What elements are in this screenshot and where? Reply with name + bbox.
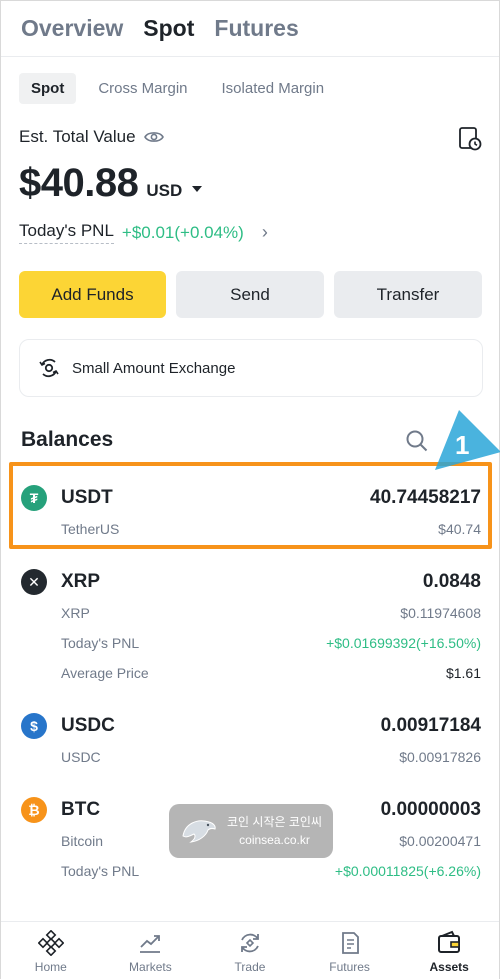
todays-pnl-row[interactable]: Today's PNL +$0.01(+0.04%) › bbox=[19, 221, 268, 244]
futures-icon bbox=[341, 932, 359, 954]
watermark-line1: 코인 시작은 코인씨 bbox=[227, 815, 322, 829]
dolphin-logo-icon bbox=[182, 820, 216, 843]
usdt-highlight-box bbox=[9, 462, 492, 549]
add-funds-button[interactable]: Add Funds bbox=[19, 271, 166, 318]
currency-selector[interactable]: USD bbox=[146, 181, 203, 201]
asset-symbol: BTC bbox=[61, 799, 101, 820]
hint-number: 1 bbox=[455, 430, 469, 460]
watermark-badge: 코인 시작은 코인씨 coinsea.co.kr bbox=[169, 804, 333, 858]
binance-logo-icon bbox=[37, 930, 64, 956]
est-total-value-row: Est. Total Value bbox=[19, 127, 164, 147]
exchange-cycle-icon bbox=[39, 358, 59, 378]
btc-icon: ₿ bbox=[21, 797, 47, 823]
nav-markets[interactable]: Markets bbox=[101, 922, 201, 979]
action-buttons: Add Funds Send Transfer bbox=[19, 271, 482, 318]
asset-row-usdc[interactable]: $ USDC 0.00917184 USDC $0.00917826 bbox=[21, 713, 481, 765]
nav-futures[interactable]: Futures bbox=[300, 922, 400, 979]
total-value: $40.88 bbox=[19, 161, 139, 205]
hint-arrow-icon: 1 bbox=[435, 410, 500, 470]
small-amount-exchange-label: Small Amount Exchange bbox=[72, 359, 236, 377]
nav-label: Futures bbox=[329, 960, 370, 974]
asset-symbol: XRP bbox=[61, 571, 101, 592]
asset-pnl-value: +$0.01699392(+16.50%) bbox=[326, 635, 481, 651]
asset-pnl-value: +$0.00011825(+6.26%) bbox=[334, 863, 481, 879]
watermark-line2: coinsea.co.kr bbox=[239, 833, 310, 847]
asset-usd-value: $0.11974608 bbox=[400, 605, 481, 621]
pnl-label: Today's PNL bbox=[19, 221, 114, 244]
wallet-icon bbox=[438, 930, 461, 953]
sub-tab-bar: Spot Cross Margin Isolated Margin bbox=[19, 73, 336, 104]
nav-trade[interactable]: Trade bbox=[200, 922, 300, 979]
asset-pnl-label: Today's PNL bbox=[61, 635, 140, 651]
xrp-icon: ✕ bbox=[21, 569, 47, 595]
caret-down-icon bbox=[192, 186, 203, 192]
asset-name: XRP bbox=[61, 605, 90, 621]
search-icon[interactable] bbox=[405, 429, 429, 453]
trade-icon bbox=[241, 933, 259, 953]
tab-overview[interactable]: Overview bbox=[21, 15, 123, 42]
tab-futures[interactable]: Futures bbox=[214, 15, 298, 42]
send-button[interactable]: Send bbox=[176, 271, 324, 318]
subtab-spot[interactable]: Spot bbox=[19, 73, 77, 104]
eye-icon[interactable] bbox=[143, 130, 164, 144]
history-icon[interactable] bbox=[458, 126, 482, 152]
chart-icon bbox=[140, 935, 161, 953]
asset-average-price-value: $1.61 bbox=[445, 665, 481, 681]
nav-label: Assets bbox=[429, 960, 469, 974]
tab-spot[interactable]: Spot bbox=[143, 15, 194, 42]
small-amount-exchange-button[interactable]: Small Amount Exchange bbox=[19, 339, 483, 397]
asset-row-xrp[interactable]: ✕ XRP 0.0848 XRP $0.11974608 Today's PNL… bbox=[21, 569, 481, 681]
transfer-button[interactable]: Transfer bbox=[334, 271, 482, 318]
usdc-icon: $ bbox=[21, 713, 47, 739]
asset-usd-value: $0.00917826 bbox=[399, 749, 481, 765]
asset-amount: 0.00000003 bbox=[380, 799, 481, 820]
asset-amount: 0.00917184 bbox=[380, 715, 481, 736]
asset-name: Bitcoin bbox=[61, 833, 104, 849]
asset-name: USDC bbox=[61, 749, 101, 765]
currency-label: USD bbox=[146, 181, 183, 200]
bottom-nav-bar: Home Markets Trade Futures Assets bbox=[1, 921, 499, 979]
est-total-value-label: Est. Total Value bbox=[19, 127, 136, 146]
asset-amount: 0.0848 bbox=[422, 571, 481, 592]
nav-home[interactable]: Home bbox=[1, 922, 101, 979]
nav-assets[interactable]: Assets bbox=[399, 922, 499, 979]
nav-label: Markets bbox=[129, 960, 172, 974]
subtab-cross-margin[interactable]: Cross Margin bbox=[86, 73, 199, 104]
chevron-right-icon: › bbox=[261, 222, 268, 242]
top-tab-bar: Overview Spot Futures bbox=[1, 1, 499, 57]
total-value-row: $40.88 USD bbox=[19, 161, 203, 206]
asset-symbol: USDC bbox=[61, 715, 115, 736]
nav-label: Home bbox=[34, 960, 67, 974]
pnl-value: +$0.01(+0.04%) bbox=[121, 222, 244, 242]
subtab-isolated-margin[interactable]: Isolated Margin bbox=[210, 73, 337, 104]
nav-label: Trade bbox=[234, 960, 266, 974]
asset-pnl-label: Today's PNL bbox=[61, 863, 140, 879]
asset-average-price-label: Average Price bbox=[61, 665, 149, 681]
balances-title: Balances bbox=[21, 428, 114, 451]
asset-usd-value: $0.00200471 bbox=[399, 833, 481, 849]
